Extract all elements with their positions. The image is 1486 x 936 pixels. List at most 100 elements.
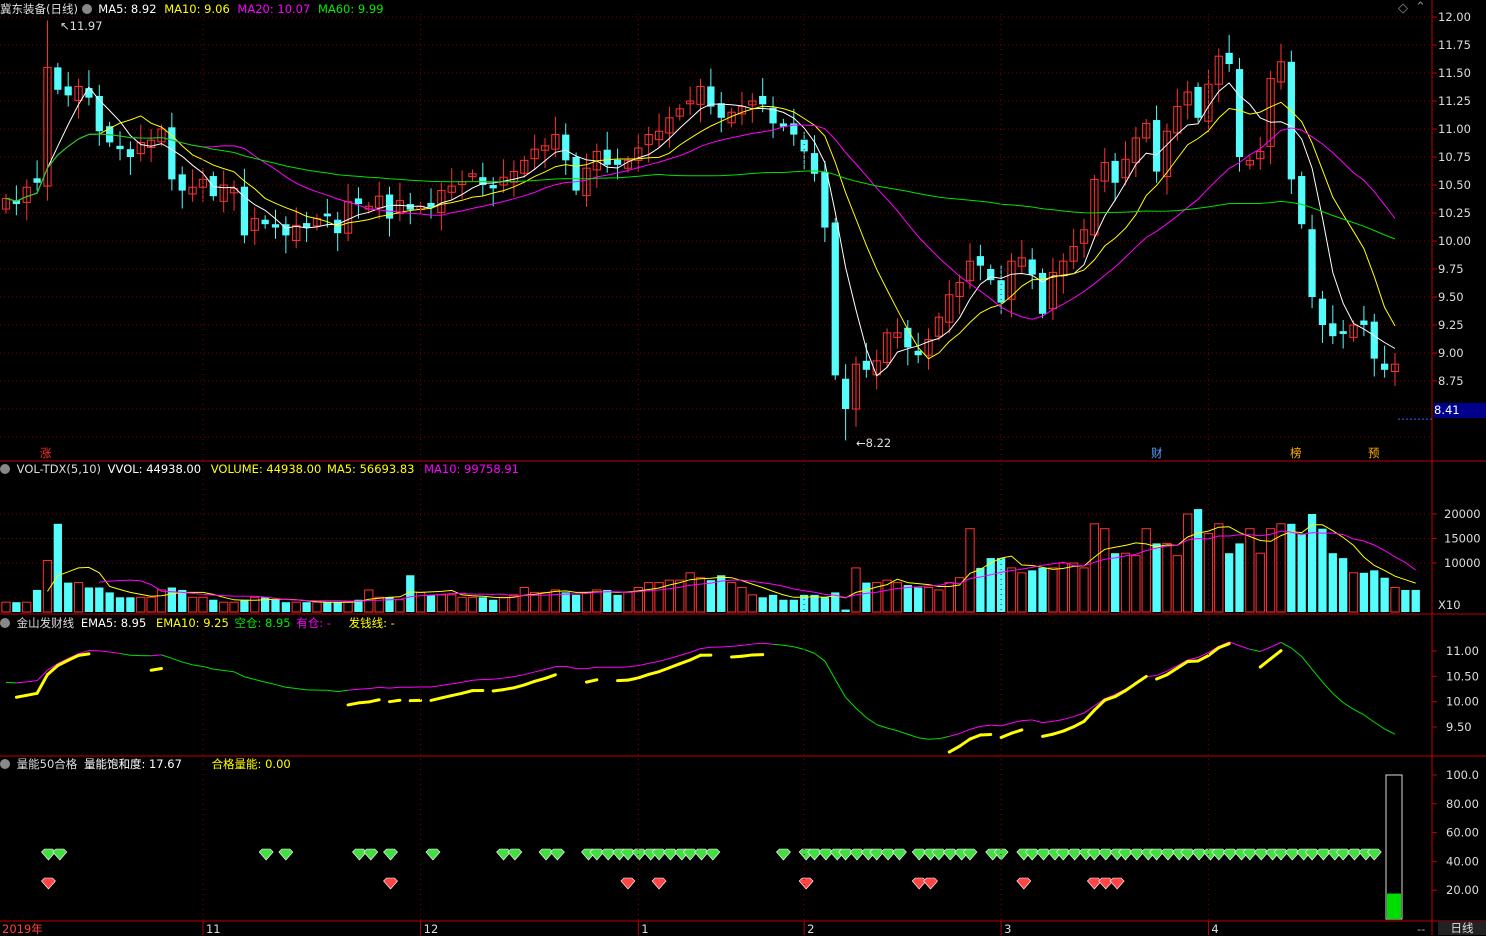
marker-bang[interactable]: 榜 (1290, 446, 1302, 460)
volume-bar (448, 595, 456, 612)
volume-hot-diamond-icon (924, 878, 938, 889)
fa-line-segment (27, 693, 37, 695)
fa-line-segment (1105, 697, 1115, 701)
panel-menu-icon[interactable] (0, 618, 10, 628)
volume-ok-diamond-icon (1367, 849, 1381, 860)
volume-bar (613, 595, 621, 612)
jin-title[interactable]: 金山发财线 (17, 616, 75, 630)
chevron-up-icon[interactable]: ⌃ (1415, 1, 1426, 15)
liang-title[interactable]: 量能50合格 (17, 757, 78, 771)
jin-line-segment (193, 665, 203, 667)
jin-line-segment (856, 708, 866, 717)
fa-line-segment (669, 664, 679, 668)
jin-line-segment (949, 733, 959, 736)
volume-bar (1090, 524, 1098, 612)
volume-bar (966, 529, 974, 612)
ma5-line (6, 83, 1395, 376)
fa-line-segment (462, 691, 472, 694)
volume-ok-diamond-icon (663, 849, 677, 860)
fa-line-segment (79, 654, 89, 656)
jin-line-segment (276, 685, 286, 688)
volume-bar (935, 590, 943, 612)
volume-hot-diamond-icon (652, 878, 666, 889)
volume-bar (427, 595, 435, 612)
panel-menu-icon[interactable] (0, 464, 10, 474)
diamond-icon[interactable]: ◇ (1398, 2, 1408, 16)
stock-title[interactable]: 冀东装备(日线) (0, 2, 78, 16)
vvol-label: VVOL: 44938.00 (108, 462, 201, 476)
jin-line-segment (752, 643, 762, 644)
jin-line-segment (369, 687, 379, 688)
volume-ok-diamond-icon (1274, 849, 1288, 860)
volume-bar (95, 588, 103, 613)
marker-zhang[interactable]: 涨 (40, 446, 52, 460)
jin-line-segment (1354, 709, 1364, 715)
volume-bar (74, 583, 82, 612)
jin-line-segment (763, 643, 773, 644)
volume-bar (748, 595, 756, 612)
volume-ok-diamond-icon (776, 849, 790, 860)
jin-line-segment (1281, 642, 1291, 648)
candle-body (490, 185, 497, 188)
volume-ok-diamond-icon (819, 849, 833, 860)
y-tick-label: 8.75 (1438, 374, 1464, 388)
volume-bar (593, 590, 601, 612)
volume-ok-diamond-icon (1130, 849, 1144, 860)
volume-bar (147, 597, 155, 612)
fa-line-segment (504, 688, 514, 690)
volume-ok-diamond-icon (1099, 849, 1113, 860)
high-annotation: ↖11.97 (60, 19, 103, 33)
volume-ok-diamond-icon (1336, 849, 1350, 860)
volume-bar (240, 600, 248, 612)
vol-title[interactable]: VOL-TDX(5,10) (17, 462, 101, 476)
qualified-label: 合格量能: 0.00 (212, 757, 291, 771)
arrow-icon: ↖ (60, 19, 70, 33)
candle-body (915, 351, 922, 355)
volume-ok-diamond-icon (1025, 849, 1039, 860)
jin-line-segment (1074, 713, 1084, 717)
fa-line-segment (680, 660, 690, 664)
candle-body (707, 86, 714, 106)
volume-bar (188, 597, 196, 612)
y-tick-label: 10.00 (1446, 695, 1479, 709)
fa-line-segment (545, 675, 555, 679)
candle-body (116, 146, 123, 149)
jin-line-segment (441, 684, 451, 686)
marker-cai[interactable]: 财 (1151, 446, 1163, 460)
volume-bar (323, 602, 331, 612)
volume-bar (1339, 558, 1347, 612)
candle-body (1371, 322, 1378, 359)
jin-line-segment (1146, 675, 1156, 676)
vol-ma10-line (99, 531, 1415, 601)
jin-line-segment (897, 731, 907, 734)
fa-line-segment (980, 734, 990, 735)
tab-daily[interactable]: 日线 (1438, 921, 1486, 935)
y-tick-label: 11.50 (1438, 66, 1471, 80)
y-tick-label: 9.00 (1438, 346, 1464, 360)
vol-panel-header: VOL-TDX(5,10) VVOL: 44938.00 VOLUME: 449… (0, 462, 519, 476)
volume-ok-diamond-icon (352, 849, 366, 860)
volume-bar (2, 602, 10, 612)
marker-yu[interactable]: 预 (1368, 446, 1380, 460)
volume-ok-diamond-icon (632, 849, 646, 860)
panel-menu-icon[interactable] (82, 4, 92, 14)
volume-bar (707, 580, 715, 612)
panel-menu-icon[interactable] (0, 759, 10, 769)
volume-bar (334, 602, 342, 612)
volume-bar (1152, 543, 1160, 612)
volume-bar (1225, 553, 1233, 612)
volume-bar (924, 588, 932, 613)
jin-line-segment (151, 655, 161, 656)
jin-line-segment (1001, 723, 1011, 726)
volume-bar (1049, 568, 1057, 612)
jin-line-segment (1229, 642, 1239, 646)
volume-bar (686, 573, 694, 612)
volume-ok-diamond-icon (426, 849, 440, 860)
volume-ok-diamond-icon (53, 849, 67, 860)
jin-line-segment (690, 649, 700, 653)
volume-bar (904, 585, 912, 612)
vol-ma5-label: MA5: 56693.83 (327, 462, 415, 476)
volume-bar (489, 600, 497, 612)
fa-line-segment (358, 702, 368, 703)
volume-bar (551, 590, 559, 612)
